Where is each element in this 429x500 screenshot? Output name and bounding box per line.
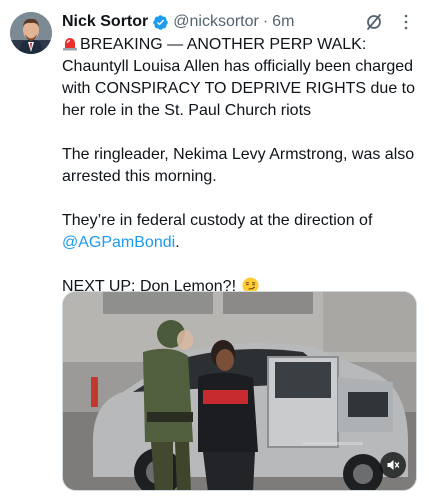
verified-badge-icon xyxy=(152,14,169,31)
tweet-paragraph-1: BREAKING — ANOTHER PERP WALK: Chauntyll … xyxy=(62,34,422,122)
paragraph-1-text: BREAKING — ANOTHER PERP WALK: Chauntyll … xyxy=(62,36,420,119)
author-display-name[interactable]: Nick Sortor xyxy=(62,13,148,31)
separator-dot: · xyxy=(262,13,269,30)
tweet-text: BREAKING — ANOTHER PERP WALK: Chauntyll … xyxy=(62,34,422,298)
tweet[interactable]: Nick Sortor @nicksortor · 6m BREAKING — … xyxy=(0,0,429,500)
tweet-paragraph-2: The ringleader, Nekima Levy Armstrong, w… xyxy=(62,146,419,185)
rotating-light-icon xyxy=(62,35,78,51)
timestamp[interactable]: 6m xyxy=(272,13,294,31)
mute-toggle-button[interactable] xyxy=(380,452,406,478)
tweet-header: Nick Sortor @nicksortor · 6m xyxy=(62,12,422,32)
paragraph-3-prefix: They’re in federal custody at the direct… xyxy=(62,212,377,229)
avatar-image xyxy=(10,12,52,54)
muted-speaker-icon xyxy=(386,458,400,472)
author-handle[interactable]: @nicksortor xyxy=(173,13,259,31)
more-icon[interactable] xyxy=(396,12,416,32)
avatar[interactable] xyxy=(10,12,52,54)
tweet-paragraph-3: They’re in federal custody at the direct… xyxy=(62,210,422,254)
tweet-video[interactable] xyxy=(62,291,417,491)
video-frame xyxy=(63,292,416,490)
paragraph-3-suffix: . xyxy=(175,234,180,251)
mention-link[interactable]: @AGPamBondi xyxy=(62,234,175,251)
grok-icon[interactable] xyxy=(364,12,384,32)
